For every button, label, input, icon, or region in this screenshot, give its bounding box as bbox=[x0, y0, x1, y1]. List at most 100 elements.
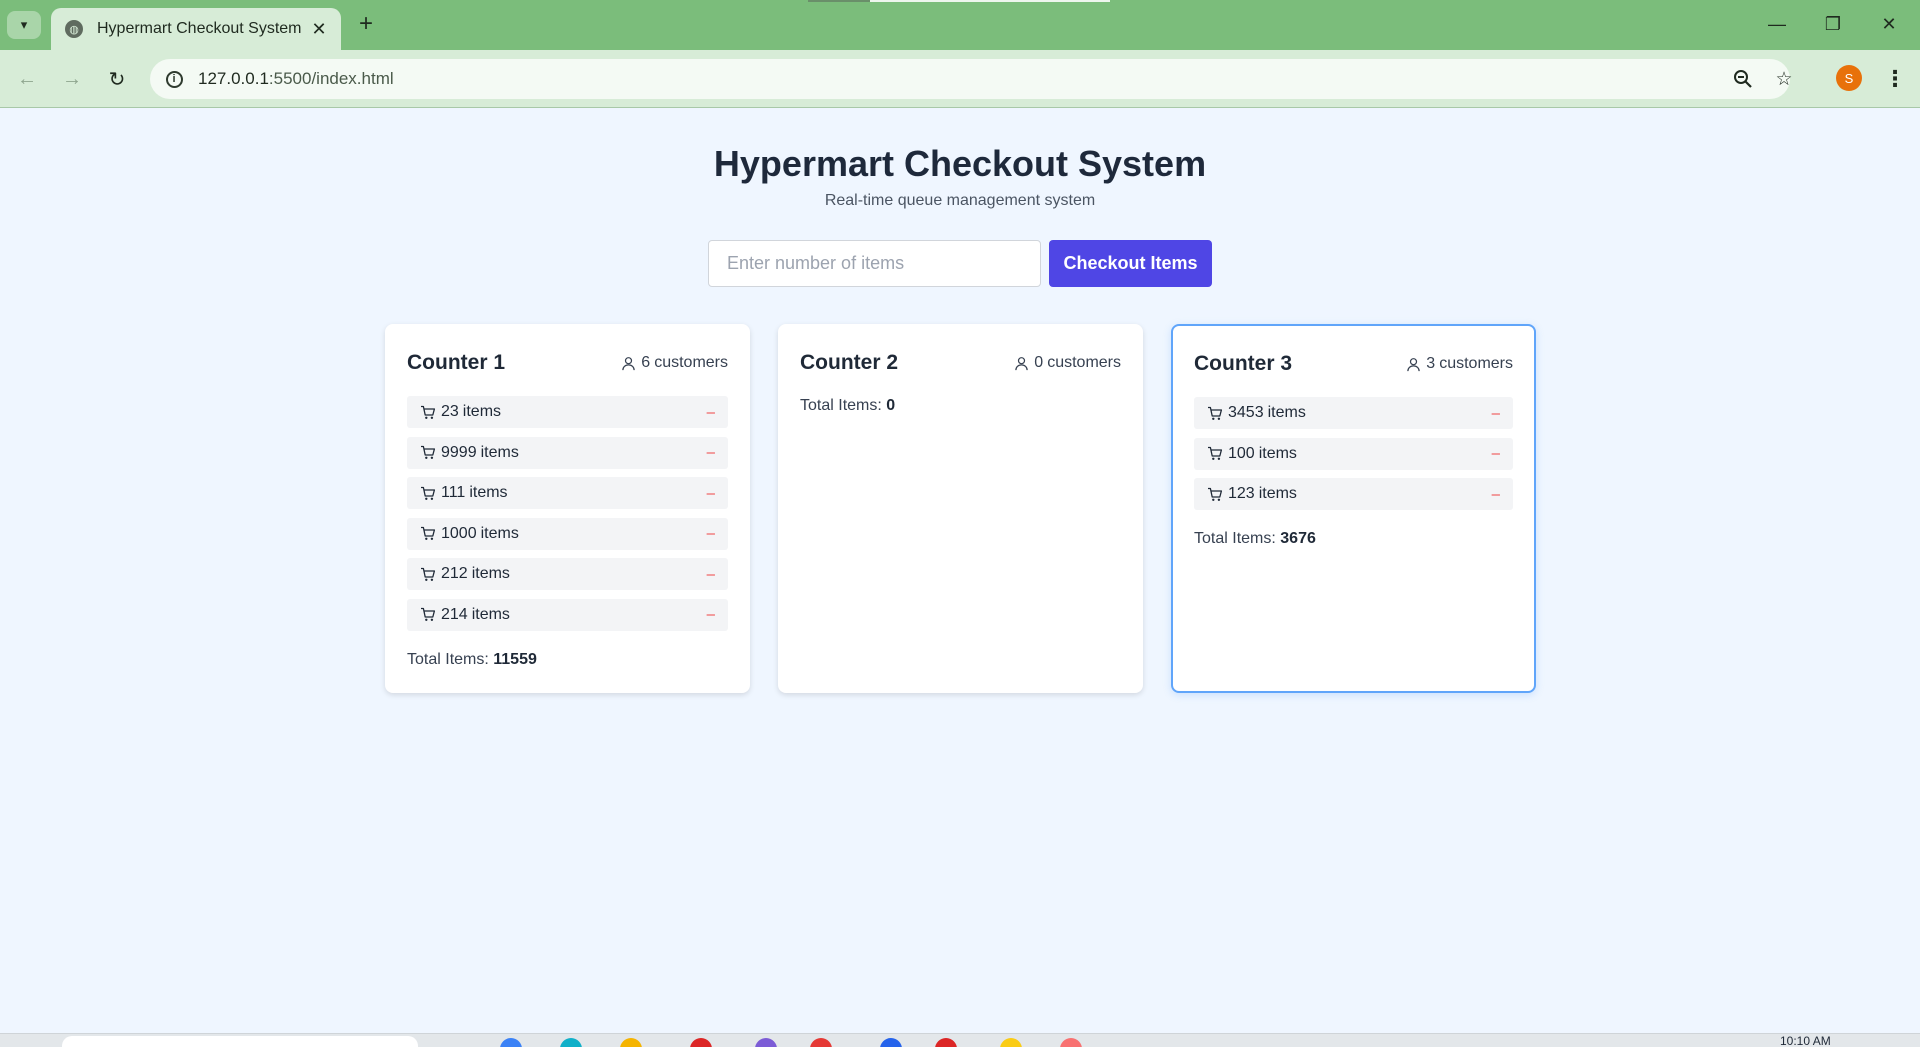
counter-card: Counter 1 6 customers 23 items – 9999 item… bbox=[385, 324, 750, 693]
total-items: Total Items: 11559 bbox=[407, 651, 728, 669]
queue-item-count: 23 bbox=[441, 403, 459, 420]
items-label: items bbox=[471, 565, 510, 582]
url-host: 127.0.0.1 bbox=[198, 69, 269, 88]
close-icon[interactable]: ✕ bbox=[309, 19, 329, 40]
queue-item: 100 items – bbox=[1194, 437, 1513, 470]
person-icon bbox=[622, 356, 636, 370]
remove-customer-button[interactable]: – bbox=[1492, 405, 1500, 422]
cart-icon bbox=[1208, 446, 1223, 460]
tabstrip-divider bbox=[870, 0, 1110, 2]
counter-header: Counter 2 0 customers bbox=[800, 351, 1121, 375]
arrow-right-icon: → bbox=[62, 67, 82, 90]
taskbar-app-icon[interactable] bbox=[935, 1038, 957, 1047]
page-title: Hypermart Checkout System bbox=[713, 143, 1207, 184]
cart-icon bbox=[421, 607, 436, 621]
total-items-value: 0 bbox=[886, 397, 896, 414]
queue-item: 111 items – bbox=[407, 477, 728, 509]
customer-count-value: 0 bbox=[1034, 354, 1044, 371]
queue-item: 23 items – bbox=[407, 396, 728, 428]
queue-item-count: 214 bbox=[441, 605, 468, 623]
taskbar-app-icon[interactable] bbox=[880, 1038, 902, 1047]
customer-count-suffix: customers bbox=[1047, 354, 1121, 371]
total-items-label: Total Items: bbox=[407, 650, 489, 668]
queue-item-count: 111 bbox=[441, 484, 466, 501]
bookmark-button[interactable]: ☆ bbox=[1770, 65, 1798, 93]
page-subtitle: Real-time queue management system bbox=[824, 192, 1096, 209]
customer-count: 6 customers bbox=[621, 354, 728, 372]
queue-item: 9999 items – bbox=[407, 436, 728, 469]
site-info-button[interactable]: i bbox=[160, 65, 188, 93]
total-items: Total Items: 0 bbox=[800, 397, 895, 415]
restore-icon: ❐ bbox=[1824, 13, 1842, 34]
items-label: items bbox=[480, 443, 519, 461]
cart-icon bbox=[421, 405, 436, 419]
cart-icon bbox=[421, 486, 436, 500]
item-count-input[interactable] bbox=[708, 240, 1041, 287]
url-path: :5500/index.html bbox=[268, 69, 394, 88]
items-label: items bbox=[469, 484, 508, 501]
browser-tab-bar: ▾ ◍ Hypermart Checkout System ✕ + — ❐ ✕ bbox=[0, 0, 1920, 50]
customer-count-suffix: customers bbox=[1439, 355, 1513, 372]
back-button[interactable]: ← bbox=[10, 62, 44, 96]
taskbar-app-icon[interactable] bbox=[560, 1038, 582, 1047]
os-taskbar: 10:10 AM bbox=[0, 1033, 1920, 1047]
taskbar-clock: 10:10 AM bbox=[1780, 1034, 1831, 1047]
taskbar-app-icon[interactable] bbox=[500, 1038, 522, 1047]
taskbar-search[interactable] bbox=[62, 1036, 418, 1047]
cart-icon bbox=[421, 445, 436, 459]
counter-name: Counter 3 bbox=[1194, 352, 1293, 375]
items-label: items bbox=[471, 605, 510, 623]
profile-avatar[interactable]: S bbox=[1836, 65, 1862, 91]
queue-item-count: 100 bbox=[1228, 444, 1255, 462]
more-vertical-icon: ⋮ bbox=[1884, 66, 1906, 91]
tab-search-button[interactable]: ▾ bbox=[7, 11, 41, 39]
total-items: Total Items: 3676 bbox=[1194, 530, 1513, 548]
remove-customer-button[interactable]: – bbox=[1492, 445, 1500, 462]
tabstrip-divider bbox=[808, 0, 870, 2]
minimize-button[interactable]: — bbox=[1754, 8, 1800, 40]
remove-customer-button[interactable]: – bbox=[707, 444, 715, 461]
items-label: items bbox=[480, 524, 519, 542]
queue-item-count: 123 bbox=[1228, 485, 1255, 502]
customer-count: 0 customers bbox=[1014, 354, 1121, 372]
remove-customer-button[interactable]: – bbox=[707, 485, 715, 502]
taskbar-app-icon[interactable] bbox=[1060, 1038, 1082, 1047]
queue-item: 123 items – bbox=[1194, 478, 1513, 510]
globe-icon: ◍ bbox=[65, 20, 83, 38]
reload-icon: ↻ bbox=[108, 68, 126, 91]
minimize-icon: — bbox=[1768, 13, 1786, 34]
total-items-label: Total Items: bbox=[1194, 530, 1276, 547]
forward-button[interactable]: → bbox=[55, 62, 89, 96]
checkout-button[interactable]: Checkout Items bbox=[1049, 240, 1212, 287]
remove-customer-button[interactable]: – bbox=[1492, 486, 1500, 503]
taskbar-app-icon[interactable] bbox=[690, 1038, 712, 1047]
restore-button[interactable]: ❐ bbox=[1810, 8, 1856, 40]
remove-customer-button[interactable]: – bbox=[707, 566, 715, 583]
browser-menu-button[interactable]: ⋮ bbox=[1880, 62, 1910, 96]
taskbar-app-icon[interactable] bbox=[620, 1038, 642, 1047]
remove-customer-button[interactable]: – bbox=[707, 404, 715, 421]
taskbar-app-icon[interactable] bbox=[755, 1038, 777, 1047]
remove-customer-button[interactable]: – bbox=[707, 606, 715, 623]
taskbar-app-icon[interactable] bbox=[810, 1038, 832, 1047]
address-bar[interactable]: i 127.0.0.1:5500/index.html ☆ bbox=[150, 59, 1793, 99]
items-label: items bbox=[462, 403, 502, 420]
total-items-label: Total Items: bbox=[800, 397, 882, 414]
taskbar-app-icon[interactable] bbox=[1000, 1038, 1022, 1047]
customer-count: 3 customers bbox=[1406, 355, 1513, 373]
customer-count-value: 6 bbox=[641, 354, 651, 371]
new-tab-button[interactable]: + bbox=[352, 10, 380, 38]
counter-header: Counter 3 3 customers bbox=[1194, 352, 1513, 376]
remove-customer-button[interactable]: – bbox=[707, 525, 715, 542]
info-icon: i bbox=[165, 70, 183, 88]
close-window-button[interactable]: ✕ bbox=[1866, 8, 1912, 40]
reload-button[interactable]: ↻ bbox=[100, 62, 134, 96]
browser-tab[interactable]: ◍ Hypermart Checkout System ✕ bbox=[51, 8, 341, 50]
zoom-button[interactable] bbox=[1729, 65, 1757, 93]
customer-count-value: 3 bbox=[1426, 355, 1436, 372]
cart-icon bbox=[1208, 487, 1223, 501]
counter-name: Counter 1 bbox=[407, 351, 506, 374]
items-label: items bbox=[1258, 444, 1297, 462]
arrow-left-icon: ← bbox=[17, 67, 37, 90]
queue-item-count: 9999 bbox=[441, 443, 477, 461]
